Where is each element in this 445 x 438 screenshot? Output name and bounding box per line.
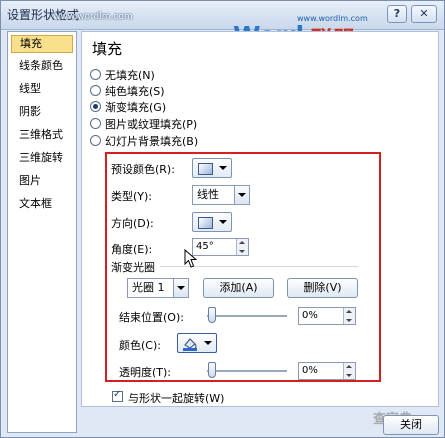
type-value: 线性 — [197, 188, 219, 201]
title-watermark-url: www.wordlm.com — [53, 12, 133, 22]
nav-item-label: 阴影 — [19, 105, 41, 118]
radio-indicator[interactable] — [90, 101, 101, 112]
end-position-value: 0% — [302, 310, 318, 321]
transparency-spinner[interactable]: 0% — [298, 362, 356, 380]
chevron-down-icon[interactable] — [234, 186, 249, 204]
nav-item-label: 图片 — [19, 174, 41, 187]
spinner-arrows-icon[interactable] — [343, 308, 355, 324]
radio-picture-fill[interactable]: 图片或纹理填充(P) — [90, 116, 198, 131]
nav-item-shadow[interactable]: 阴影 — [11, 103, 73, 121]
gradient-stops-label: 渐变光圈 — [111, 261, 155, 274]
nav-item-text-box[interactable]: 文本框 — [11, 195, 73, 213]
chevron-down-icon[interactable] — [173, 279, 188, 297]
slider-thumb[interactable] — [208, 362, 216, 378]
transparency-value: 0% — [302, 365, 318, 376]
paint-bucket-icon — [183, 338, 197, 351]
radio-label: 纯色填充(S) — [105, 85, 165, 98]
preset-colors-dropdown[interactable] — [192, 158, 232, 178]
radio-label: 幻灯片背景填充(B) — [105, 135, 199, 148]
type-label: 类型(Y): — [111, 190, 153, 203]
radio-solid-fill[interactable]: 纯色填充(S) — [90, 83, 165, 98]
transparency-label: 透明度(T): — [119, 366, 172, 379]
direction-label: 方向(D): — [111, 217, 154, 230]
add-stop-button[interactable]: 添加(A) — [203, 278, 274, 298]
gradient-stop-value: 光圈 1 — [132, 281, 165, 294]
gradient-swatch-icon — [198, 217, 213, 229]
gradient-swatch-icon — [198, 163, 213, 175]
mouse-cursor-icon — [184, 249, 198, 268]
chevron-down-icon — [219, 220, 227, 224]
color-label: 颜色(C): — [119, 339, 161, 352]
help-button[interactable]: ? — [387, 5, 407, 23]
nav-item-picture[interactable]: 图片 — [11, 172, 73, 190]
end-position-label: 结束位置(O): — [119, 311, 184, 324]
nav-item-label: 文本框 — [19, 197, 52, 210]
spinner-arrows-icon[interactable] — [343, 363, 355, 379]
angle-value: 45° — [196, 241, 214, 252]
spinner-arrows-icon[interactable] — [236, 239, 248, 255]
format-shape-dialog: 设置形状格式 www.wordlm.com ? ✕ www.wordlm.com… — [0, 0, 445, 438]
nav-item-3d-format[interactable]: 三维格式 — [11, 126, 73, 144]
radio-no-fill[interactable]: 无填充(N) — [90, 67, 155, 82]
nav-item-line-color[interactable]: 线条颜色 — [11, 57, 73, 75]
direction-dropdown[interactable] — [192, 212, 232, 232]
angle-spinner[interactable]: 45° — [192, 238, 249, 256]
slider-thumb[interactable] — [208, 307, 216, 323]
nav-item-label: 三维旋转 — [19, 151, 63, 164]
preset-colors-label: 预设颜色(R): — [111, 163, 175, 176]
radio-indicator[interactable] — [90, 135, 101, 146]
radio-gradient-fill[interactable]: 渐变填充(G) — [90, 99, 167, 114]
radio-indicator[interactable] — [90, 85, 101, 96]
chevron-down-icon — [219, 166, 227, 170]
rotate-with-shape-checkbox[interactable] — [112, 389, 123, 402]
title-bar: 设置形状格式 www.wordlm.com ? ✕ — [1, 1, 444, 30]
radio-indicator[interactable] — [90, 69, 101, 80]
radio-indicator[interactable] — [90, 118, 101, 129]
nav-item-label: 线型 — [19, 82, 41, 95]
chevron-down-icon — [204, 341, 212, 345]
gradient-stop-select[interactable]: 光圈 1 — [127, 278, 189, 298]
rotate-with-shape-label: 与形状一起旋转(W) — [128, 392, 225, 405]
angle-label: 角度(E): — [111, 243, 153, 256]
nav-item-label: 线条颜色 — [19, 59, 63, 72]
nav-item-line-style[interactable]: 线型 — [11, 80, 73, 98]
nav-item-3d-rotation[interactable]: 三维旋转 — [11, 149, 73, 167]
category-nav: 填充 线条颜色 线型 阴影 三维格式 三维旋转 图片 文本框 — [7, 31, 77, 433]
type-select[interactable]: 线性 — [192, 185, 250, 205]
radio-slide-background-fill[interactable]: 幻灯片背景填充(B) — [90, 133, 199, 148]
nav-item-fill[interactable]: 填充 — [11, 35, 73, 53]
close-window-button[interactable]: ✕ — [411, 5, 437, 23]
close-button[interactable]: 关闭 — [383, 415, 439, 435]
nav-item-label: 填充 — [20, 37, 42, 50]
radio-label: 无填充(N) — [105, 69, 155, 82]
nav-item-label: 三维格式 — [19, 128, 63, 141]
radio-label: 渐变填充(G) — [105, 101, 167, 114]
radio-label: 图片或纹理填充(P) — [105, 118, 198, 131]
end-position-spinner[interactable]: 0% — [298, 307, 356, 325]
fill-panel: 填充 无填充(N) 纯色填充(S) 渐变填充(G) 图片或纹理填充(P) 幻灯片… — [81, 31, 439, 407]
color-picker-button[interactable] — [177, 333, 217, 353]
section-title: 填充 — [92, 40, 123, 58]
delete-stop-button[interactable]: 删除(V) — [287, 278, 358, 298]
